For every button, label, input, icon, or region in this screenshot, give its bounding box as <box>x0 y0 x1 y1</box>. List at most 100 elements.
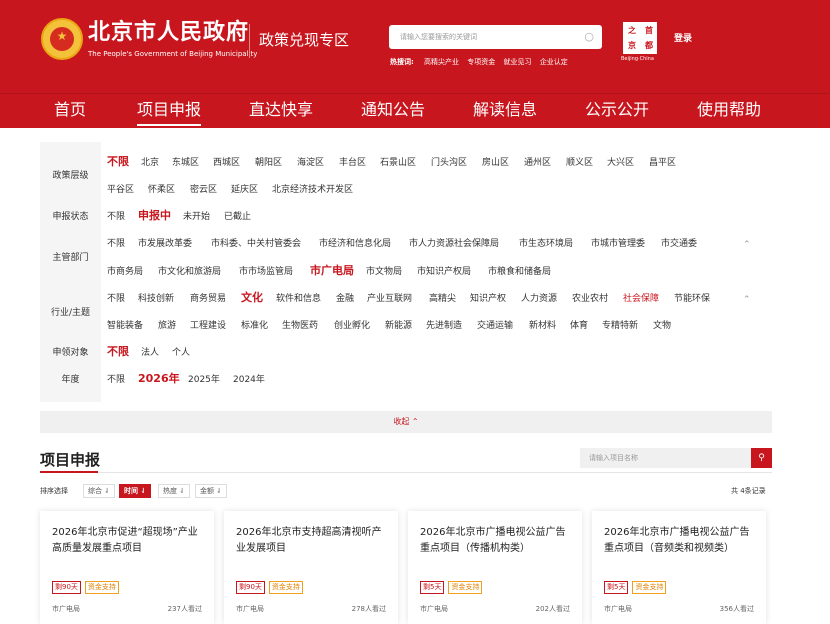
site-title[interactable]: 北京市人民政府 <box>88 20 249 46</box>
filter-option[interactable]: 文化 <box>241 292 263 304</box>
expand-caret-icon[interactable]: ⌃ <box>743 239 751 251</box>
filter-option[interactable]: 市粮食和储备局 <box>488 266 551 278</box>
filter-option[interactable]: 专精特新 <box>602 320 638 332</box>
filter-option[interactable]: 生物医药 <box>282 320 318 332</box>
card-title[interactable]: 2026年北京市促进“超现场”产业高质量发展重点项目 <box>52 525 202 557</box>
filter-option[interactable]: 北京经济技术开发区 <box>272 184 353 196</box>
nav-item-help[interactable]: 使用帮助 <box>697 99 761 121</box>
filter-option[interactable]: 知识产权 <box>470 293 506 305</box>
filter-option[interactable]: 金融 <box>336 293 354 305</box>
expand-caret-icon[interactable]: ⌃ <box>743 294 751 306</box>
filter-option[interactable]: 工程建设 <box>190 320 226 332</box>
hot-word-link[interactable]: 高精尖产业 <box>424 58 459 66</box>
filter-option[interactable]: 北京 <box>141 157 159 169</box>
filter-option[interactable]: 申报中 <box>138 210 171 222</box>
login-link[interactable]: 登录 <box>674 33 692 45</box>
project-search[interactable]: 请输入项目名称 ⚲ <box>580 448 772 468</box>
filter-option[interactable]: 怀柔区 <box>148 184 175 196</box>
filter-option[interactable]: 文物 <box>653 320 671 332</box>
filter-option[interactable]: 法人 <box>141 347 159 359</box>
filter-option[interactable]: 丰台区 <box>339 157 366 169</box>
card-title[interactable]: 2026年北京市广播电视公益广告重点项目（传播机构类） <box>420 525 570 557</box>
filter-option[interactable]: 高精尖 <box>429 293 456 305</box>
filter-option[interactable]: 科技创新 <box>138 293 174 305</box>
filter-option[interactable]: 门头沟区 <box>431 157 467 169</box>
filter-option[interactable]: 未开始 <box>183 211 210 223</box>
filter-option[interactable]: 产业互联网 <box>367 293 412 305</box>
search-icon[interactable]: ⚲ <box>751 448 772 468</box>
sort-amount-button[interactable]: 金额 ⇃ <box>195 484 228 498</box>
filter-option[interactable]: 市市场监管局 <box>239 266 293 278</box>
card-title[interactable]: 2026年北京市支持超高清视听产业发展项目 <box>236 525 386 557</box>
filter-option[interactable]: 市文物局 <box>366 266 402 278</box>
filter-option[interactable]: 2024年 <box>233 374 265 386</box>
collapse-filters-button[interactable]: 收起 ⌃ <box>40 411 772 433</box>
filter-option[interactable]: 海淀区 <box>297 157 324 169</box>
filter-option[interactable]: 市经济和信息化局 <box>319 238 391 250</box>
header-search-input[interactable]: 请输入您要搜索的关键词 <box>400 32 477 42</box>
sort-popularity-button[interactable]: 热度 ⇃ <box>158 484 191 498</box>
filter-option[interactable]: 密云区 <box>190 184 217 196</box>
filter-option[interactable]: 旅游 <box>158 320 176 332</box>
project-card[interactable]: 2026年北京市促进“超现场”产业高质量发展重点项目 剩90天 资金支持 市广电局… <box>40 511 214 624</box>
filter-option[interactable]: 不限 <box>107 238 125 250</box>
filter-option[interactable]: 不限 <box>107 374 125 386</box>
filter-option[interactable]: 2025年 <box>188 374 220 386</box>
filter-option[interactable]: 市生态环境局 <box>519 238 573 250</box>
hot-word-link[interactable]: 就业见习 <box>504 58 532 66</box>
filter-option[interactable]: 创业孵化 <box>334 320 370 332</box>
filter-option[interactable]: 市发展改革委 <box>138 238 192 250</box>
project-card[interactable]: 2026年北京市广播电视公益广告重点项目（音频类和视频类） 剩5天 资金支持 市广… <box>592 511 766 624</box>
filter-option[interactable]: 个人 <box>172 347 190 359</box>
filter-option[interactable]: 市商务局 <box>107 266 143 278</box>
filter-option[interactable]: 农业农村 <box>572 293 608 305</box>
filter-option[interactable]: 昌平区 <box>649 157 676 169</box>
filter-option[interactable]: 节能环保 <box>674 293 710 305</box>
filter-option[interactable]: 朝阳区 <box>255 157 282 169</box>
filter-option[interactable]: 社会保障 <box>623 293 659 305</box>
filter-option[interactable]: 市交通委 <box>661 238 697 250</box>
filter-option[interactable]: 房山区 <box>482 157 509 169</box>
project-card[interactable]: 2026年北京市广播电视公益广告重点项目（传播机构类） 剩5天 资金支持 市广电局… <box>408 511 582 624</box>
hot-word-link[interactable]: 专项资金 <box>467 58 495 66</box>
project-card[interactable]: 2026年北京市支持超高清视听产业发展项目 剩90天 资金支持 市广电局 278人… <box>224 511 398 624</box>
filter-option[interactable]: 石景山区 <box>380 157 416 169</box>
filter-option[interactable]: 不限 <box>107 346 129 358</box>
filter-option[interactable]: 标准化 <box>241 320 268 332</box>
sort-comprehensive-button[interactable]: 综合 ⇃ <box>83 484 116 498</box>
header-search[interactable]: 请输入您要搜索的关键词 ○ <box>389 25 602 49</box>
nav-item-direct[interactable]: 直达快享 <box>249 99 313 121</box>
filter-option[interactable]: 人力资源 <box>521 293 557 305</box>
filter-option[interactable]: 市人力资源社会保障局 <box>409 238 499 250</box>
filter-option[interactable]: 2026年 <box>138 373 180 385</box>
project-search-input[interactable]: 请输入项目名称 <box>589 453 638 463</box>
nav-item-project-apply[interactable]: 项目申报 <box>137 99 202 126</box>
filter-option[interactable]: 不限 <box>107 211 125 223</box>
filter-option[interactable]: 不限 <box>107 293 125 305</box>
filter-option[interactable]: 市知识产权局 <box>417 266 471 278</box>
nav-item-home[interactable]: 首页 <box>54 99 86 121</box>
search-icon[interactable]: ○ <box>584 30 594 43</box>
sort-time-button[interactable]: 时间 ⇃ <box>119 484 152 498</box>
filter-option[interactable]: 商务贸易 <box>190 293 226 305</box>
filter-option[interactable]: 通州区 <box>524 157 551 169</box>
nav-item-publicity[interactable]: 公示公开 <box>585 99 649 121</box>
filter-option[interactable]: 平谷区 <box>107 184 134 196</box>
filter-option[interactable]: 已截止 <box>224 211 251 223</box>
filter-option[interactable]: 体育 <box>570 320 588 332</box>
nav-item-notices[interactable]: 通知公告 <box>361 99 425 121</box>
filter-option[interactable]: 不限 <box>107 156 129 168</box>
filter-option[interactable]: 大兴区 <box>607 157 634 169</box>
filter-option[interactable]: 软件和信息 <box>276 293 321 305</box>
filter-option[interactable]: 先进制造 <box>426 320 462 332</box>
filter-option[interactable]: 顺义区 <box>566 157 593 169</box>
filter-option[interactable]: 东城区 <box>172 157 199 169</box>
filter-option[interactable]: 市广电局 <box>310 265 354 277</box>
filter-option[interactable]: 延庆区 <box>231 184 258 196</box>
filter-option[interactable]: 市文化和旅游局 <box>158 266 221 278</box>
nav-item-interpretation[interactable]: 解读信息 <box>473 99 537 121</box>
filter-option[interactable]: 新材料 <box>529 320 556 332</box>
hot-word-link[interactable]: 企业认定 <box>540 58 568 66</box>
filter-option[interactable]: 西城区 <box>213 157 240 169</box>
filter-option[interactable]: 新能源 <box>385 320 412 332</box>
